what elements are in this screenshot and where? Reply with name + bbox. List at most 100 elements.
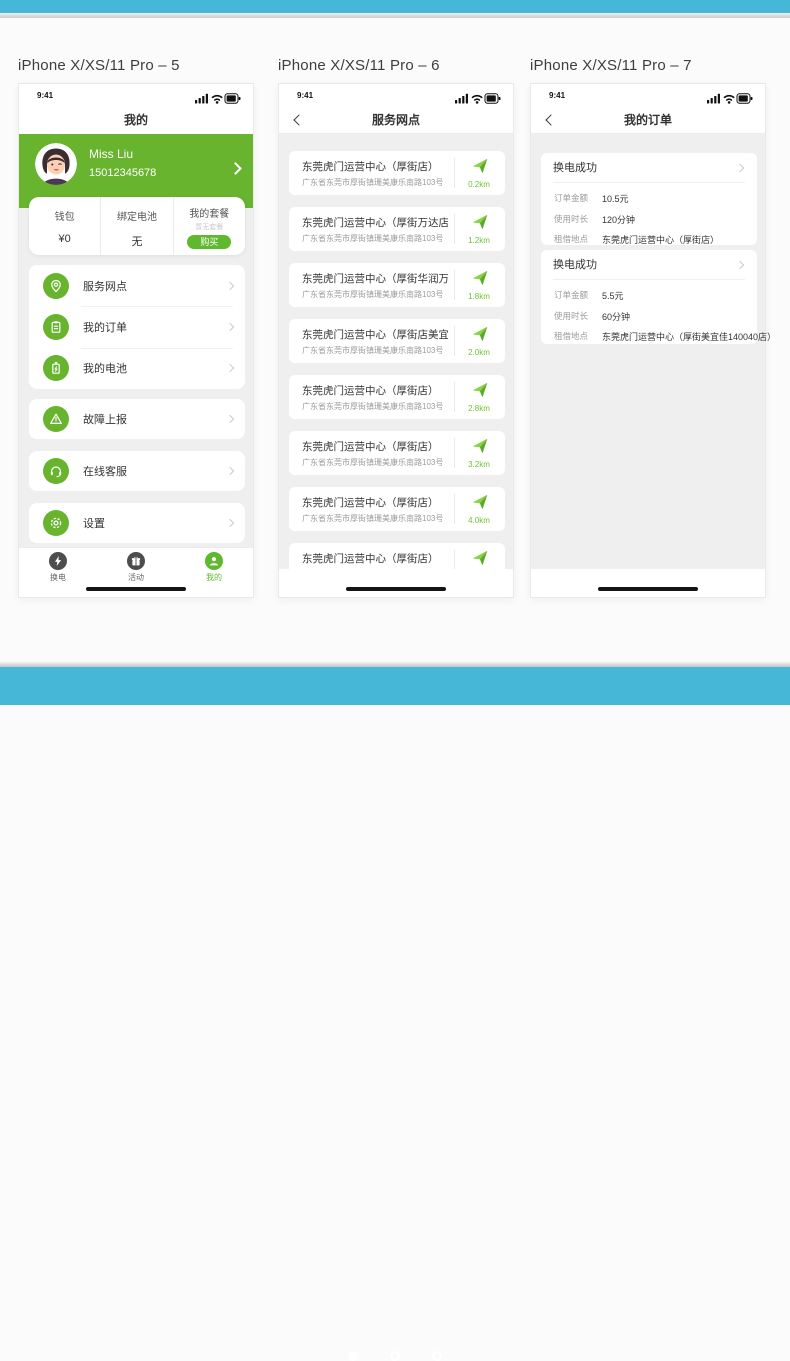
station-address: 广东省东莞市厚街镇珊美康乐南路103号 — [302, 345, 448, 356]
user-phone: 15012345678 — [89, 167, 156, 179]
station-distance: 2.8km — [457, 404, 501, 413]
station-list-item[interactable]: 东莞虎门运营中心（厚街店） 广东省东莞市厚街镇珊美康乐南路103号 3.2km — [289, 431, 505, 475]
nav-bar: 我的 — [19, 106, 253, 134]
battery-icon — [43, 355, 69, 381]
stat-label: 我的套餐 — [189, 205, 229, 220]
divider — [454, 494, 455, 524]
divider — [454, 270, 455, 300]
station-name: 东莞虎门运营中心（厚街华润万家店） — [302, 271, 448, 286]
menu-item-service-network[interactable]: 服务网点 — [29, 265, 245, 306]
divider — [454, 158, 455, 188]
navigate-arrow-icon[interactable] — [471, 325, 489, 348]
status-bar: 9:41 — [19, 84, 253, 106]
chevron-right-icon[interactable] — [229, 162, 242, 175]
stat-battery-bound[interactable]: 绑定电池 无 — [100, 197, 172, 255]
station-address: 广东省东莞市厚街镇珊美康乐南路103号 — [302, 513, 448, 524]
pagination-dot-active[interactable] — [348, 1351, 358, 1361]
order-detail-label: 租借地点 — [554, 330, 602, 343]
order-header[interactable]: 换电成功 — [553, 250, 745, 280]
order-card[interactable]: 换电成功 订单金额 5.5元 使用时长 60分钟 租借地点 东莞虎门运营中心（厚… — [541, 250, 757, 344]
phone-frame-stations: 9:41 服务网点 东莞虎门运营中心（厚街店） 广东省东莞市厚街镇珊美 — [278, 83, 514, 598]
order-details: 订单金额 5.5元 使用时长 60分钟 租借地点 东莞虎门运营中心（厚街美宜佳1… — [541, 280, 757, 343]
page-title: 我的订单 — [531, 106, 765, 134]
navigate-arrow-icon[interactable] — [471, 437, 489, 460]
station-name: 东莞虎门运营中心（厚街店美宜佳1400 — [302, 327, 448, 342]
order-card[interactable]: 换电成功 订单金额 10.5元 使用时长 120分钟 租借地点 东莞虎门运营中心… — [541, 153, 757, 245]
navigate-arrow-icon[interactable] — [471, 493, 489, 516]
page-title: 我的 — [19, 106, 253, 134]
order-detail-label: 订单金额 — [554, 289, 602, 302]
gift-icon — [127, 552, 145, 570]
pagination-dot[interactable] — [390, 1351, 400, 1361]
divider — [454, 382, 455, 412]
lightning-icon — [49, 552, 67, 570]
order-detail-row: 订单金额 5.5元 — [554, 289, 744, 302]
order-status: 换电成功 — [553, 259, 597, 271]
station-distance: 0.2km — [457, 180, 501, 189]
menu-item-online-service[interactable]: 在线客服 — [29, 451, 245, 491]
phone-footer — [19, 581, 253, 597]
order-detail-label: 使用时长 — [554, 213, 602, 226]
navigate-arrow-icon[interactable] — [471, 381, 489, 404]
phone-frame-profile: 9:41 我的 — [18, 83, 254, 598]
station-address: 广东省东莞市厚街镇珊美康乐南路103号 — [302, 401, 448, 412]
order-details: 订单金额 10.5元 使用时长 120分钟 租借地点 东莞虎门运营中心（厚街店） — [541, 183, 757, 246]
order-detail-row: 使用时长 60分钟 — [554, 310, 744, 323]
gear-icon — [43, 510, 69, 536]
order-detail-value: 60分钟 — [602, 310, 744, 323]
navigate-arrow-icon[interactable] — [471, 269, 489, 292]
navigate-arrow-icon[interactable] — [471, 157, 489, 180]
station-list-item[interactable]: 东莞虎门运营中心（厚街华润万家店） 广东省东莞市厚街镇珊美康乐南路103号 1.… — [289, 263, 505, 307]
menu-item-my-battery[interactable]: 我的电池 — [29, 348, 245, 389]
station-distance: 4.0km — [457, 516, 501, 525]
location-pin-icon — [43, 273, 69, 299]
bottom-blue-bar — [0, 667, 790, 705]
station-name: 东莞虎门运营中心（厚街店） — [302, 551, 448, 566]
warning-triangle-icon — [43, 406, 69, 432]
stats-card: 钱包 ¥0 绑定电池 无 我的套餐 暂无套餐 购买 — [29, 197, 245, 255]
tab-profile[interactable]: 我的 — [175, 548, 253, 583]
status-time: 9:41 — [37, 91, 53, 100]
chevron-right-icon — [736, 260, 744, 268]
phone-footer — [531, 569, 765, 597]
tab-activities[interactable]: 活动 — [97, 548, 175, 583]
station-name: 东莞虎门运营中心（厚街店） — [302, 495, 448, 510]
person-icon — [205, 552, 223, 570]
buy-button[interactable]: 购买 — [187, 235, 231, 249]
station-list-item[interactable]: 东莞虎门运营中心（厚街店美宜佳1400 广东省东莞市厚街镇珊美康乐南路103号 … — [289, 319, 505, 363]
station-list-item[interactable]: 东莞虎门运营中心（厚街万达店） 广东省东莞市厚街镇珊美康乐南路103号 1.2k… — [289, 207, 505, 251]
order-detail-value: 5.5元 — [602, 289, 744, 302]
pagination-dot[interactable] — [432, 1351, 442, 1361]
order-detail-value: 10.5元 — [602, 192, 744, 205]
order-header[interactable]: 换电成功 — [553, 153, 745, 183]
stat-package[interactable]: 我的套餐 暂无套餐 购买 — [173, 197, 245, 255]
chevron-right-icon — [226, 519, 234, 527]
station-distance: 1.2km — [457, 236, 501, 245]
chevron-right-icon — [736, 163, 744, 171]
order-detail-value: 120分钟 — [602, 213, 744, 226]
home-indicator[interactable] — [86, 587, 186, 591]
station-distance: 3.2km — [457, 460, 501, 469]
station-list-item[interactable]: 东莞虎门运营中心（厚街店） 广东省东莞市厚街镇珊美康乐南路103号 2.8km — [289, 375, 505, 419]
station-list-item[interactable]: 东莞虎门运营中心（厚街店） 广东省东莞市厚街镇珊美康乐南路103号 4.0km — [289, 487, 505, 531]
station-list-item[interactable]: 东莞虎门运营中心（厚街店） 广东省东莞市厚街镇珊美康乐南路103号 0.2km — [289, 151, 505, 195]
menu-item-settings[interactable]: 设置 — [29, 503, 245, 543]
menu-item-label: 在线客服 — [83, 463, 127, 479]
menu-item-fault-report[interactable]: 故障上报 — [29, 399, 245, 439]
home-indicator[interactable] — [346, 587, 446, 591]
avatar[interactable] — [35, 143, 77, 185]
order-detail-value: 东莞虎门运营中心（厚街店） — [602, 233, 744, 246]
tab-battery-swap[interactable]: 换电 — [19, 548, 97, 583]
headset-icon — [43, 458, 69, 484]
menu-item-my-orders[interactable]: 我的订单 — [29, 306, 245, 347]
artboard-label-6: iPhone X/XS/11 Pro – 6 — [278, 57, 440, 74]
station-distance: 2.0km — [457, 348, 501, 357]
station-address: 广东省东莞市厚街镇珊美康乐南路103号 — [302, 289, 448, 300]
pagination-dots — [0, 1351, 790, 1361]
stat-wallet[interactable]: 钱包 ¥0 — [29, 197, 100, 255]
chevron-right-icon — [226, 281, 234, 289]
navigate-arrow-icon[interactable] — [471, 213, 489, 236]
home-indicator[interactable] — [598, 587, 698, 591]
order-detail-row: 租借地点 东莞虎门运营中心（厚街美宜佳140040店） — [554, 330, 744, 343]
status-time: 9:41 — [297, 91, 313, 100]
